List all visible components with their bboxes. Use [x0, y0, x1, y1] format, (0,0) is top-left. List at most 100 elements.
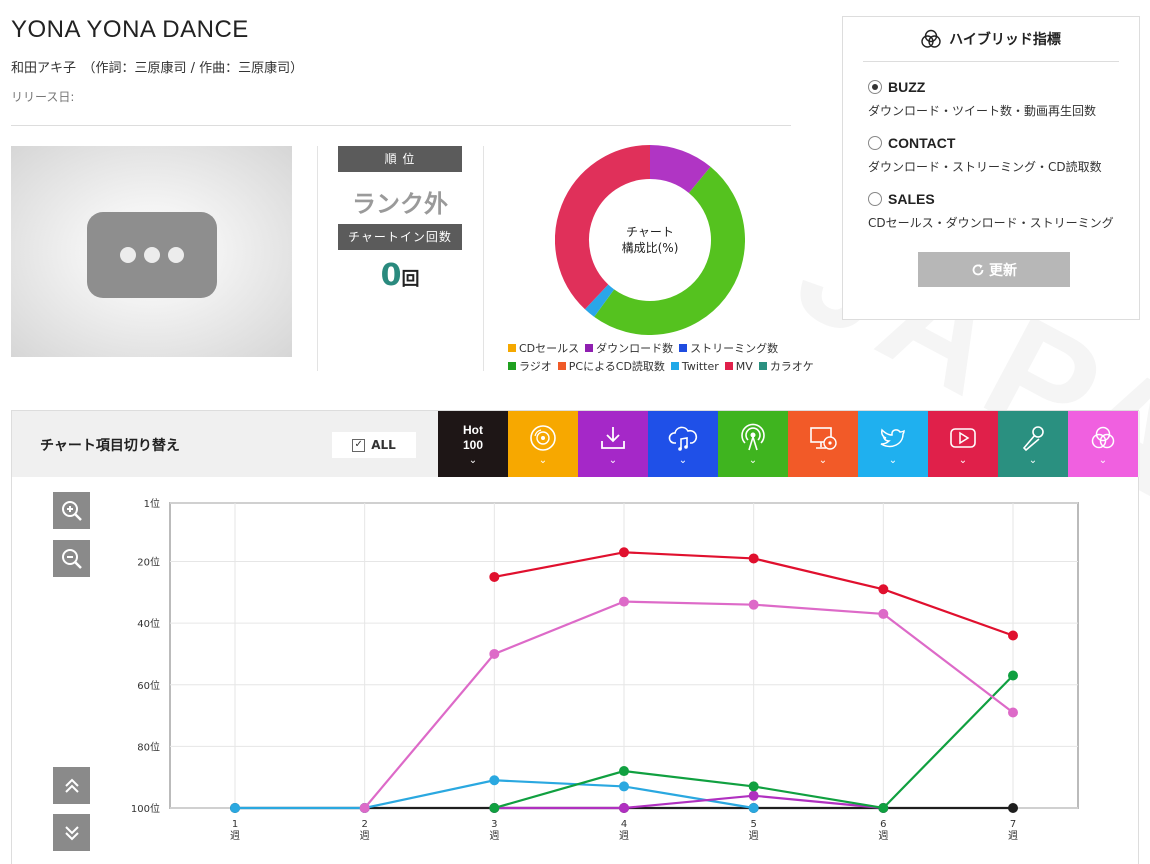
hybrid-option-label: BUZZ [888, 79, 926, 95]
hybrid-option-label: CONTACT [888, 135, 956, 151]
legend-label: CDセールス [519, 342, 580, 355]
legend-item: MV [724, 359, 753, 373]
legend-item: CDセールス [508, 340, 579, 356]
data-point[interactable] [1008, 707, 1018, 718]
data-point[interactable] [619, 803, 629, 813]
video-thumbnail[interactable] [11, 146, 292, 357]
legend-label: MV [735, 359, 753, 373]
update-button[interactable]: 更新 [918, 252, 1070, 287]
chartin-count-unit: 回 [401, 269, 420, 290]
x-tick-label: 6 [880, 819, 886, 830]
hybrid-option-label: SALES [888, 191, 935, 207]
data-point[interactable] [878, 584, 889, 595]
y-tick-label: 60位 [137, 679, 160, 692]
data-point[interactable] [619, 781, 629, 792]
rank-box: 順 位 ランク外 チャートイン回数 0回 [338, 146, 462, 293]
data-point[interactable] [489, 803, 500, 813]
rank-value: ランク外 [352, 190, 448, 218]
x-tick-label: 4 [621, 819, 627, 830]
legend-label: Twitter [681, 359, 719, 373]
hybrid-title: ハイブリッド指標 [949, 32, 1061, 48]
donut-center-line1: チャート [626, 225, 674, 239]
rank-line-chart: 1週2週3週4週5週6週7週1位20位40位60位80位100位 [131, 497, 1079, 842]
hybrid-option-desc: ダウンロード・ツイート数・動画再生回数 [868, 104, 1097, 118]
y-tick-label: 20位 [137, 556, 160, 569]
update-label: 更新 [989, 262, 1017, 279]
data-point[interactable] [1008, 630, 1018, 641]
hybrid-icon [921, 29, 941, 48]
composition-donut: チャート 構成比(%) [555, 145, 745, 335]
data-point[interactable] [1008, 803, 1018, 813]
data-point[interactable] [748, 790, 759, 801]
hybrid-panel: ハイブリッド指標 BUZZ ダウンロード・ツイート数・動画再生回数 CONTAC… [842, 16, 1140, 320]
header-divider [11, 125, 791, 126]
data-point[interactable] [748, 599, 759, 610]
rank-chart-panel: チャート項目切り替え ✓ ALL Hot 100 ⌄ ⌄ ⌄ ⌄ ⌄ ⌄ ⌄ ⌄… [11, 410, 1140, 864]
song-credits: 和田アキ子 （作詞：三原康司 / 作曲：三原康司） [11, 61, 304, 76]
hybrid-option-buzz[interactable]: BUZZ ダウンロード・ツイート数・動画再生回数 [868, 79, 1096, 119]
legend-label: ストリーミング数 [690, 342, 779, 355]
legend-row: CDセールス ダウンロード数 ストリーミング数 [508, 339, 828, 357]
legend-item: ダウンロード数 [585, 340, 673, 356]
hybrid-header: ハイブリッド指標 [863, 17, 1119, 62]
x-tick-label: 7 [1010, 819, 1016, 830]
rank-header: 順 位 [338, 146, 462, 172]
legend-item: Twitter [670, 359, 719, 373]
x-tick-label: 3 [491, 819, 497, 830]
legend-label: ラジオ [519, 360, 552, 373]
video-play-icon[interactable] [87, 212, 217, 298]
data-point[interactable] [878, 608, 889, 619]
legend-swatch [557, 362, 566, 370]
legend-item: ストリーミング数 [679, 340, 778, 356]
data-point[interactable] [1008, 670, 1018, 681]
legend-swatch [670, 362, 679, 370]
legend-swatch [508, 344, 516, 352]
data-point[interactable] [489, 571, 500, 582]
chartin-count: 0回 [338, 258, 462, 293]
data-point[interactable] [619, 596, 629, 607]
legend-swatch [758, 362, 767, 370]
legend-label: PCによるCD読取数 [568, 360, 665, 373]
column-separator [483, 146, 484, 371]
legend-item: カラオケ [758, 358, 814, 374]
radio-buzz[interactable] [868, 80, 882, 94]
hybrid-option-desc: ダウンロード・ストリーミング・CD読取数 [868, 160, 1102, 174]
x-tick-label: 1 [232, 819, 238, 830]
legend-swatch [508, 362, 516, 370]
hybrid-option-sales[interactable]: SALES CDセールス・ダウンロード・ストリーミング [868, 191, 1114, 231]
donut-center-label: チャート 構成比(%) [555, 145, 745, 335]
y-tick-label: 100位 [131, 802, 160, 815]
radio-contact[interactable] [868, 136, 882, 150]
data-point[interactable] [489, 648, 500, 659]
chartin-header: チャートイン回数 [338, 224, 462, 250]
data-point[interactable] [619, 547, 629, 558]
legend-label: カラオケ [769, 360, 814, 373]
legend-item: ラジオ [508, 358, 552, 374]
composition-legend: CDセールス ダウンロード数 ストリーミング数ラジオ PCによるCD読取数 Twitte… [508, 339, 828, 375]
data-point[interactable] [489, 775, 500, 786]
data-point[interactable] [230, 803, 240, 813]
data-point[interactable] [878, 803, 889, 813]
legend-item: PCによるCD読取数 [557, 358, 665, 374]
y-tick-label: 80位 [137, 740, 160, 753]
x-tick-label: 週 [619, 830, 629, 842]
x-tick-label: 週 [878, 830, 888, 842]
radio-sales[interactable] [868, 192, 882, 206]
y-tick-label: 1位 [144, 497, 160, 510]
x-tick-label: 5 [750, 819, 756, 830]
hybrid-option-desc: CDセールス・ダウンロード・ストリーミング [868, 216, 1114, 230]
x-tick-label: 週 [489, 830, 499, 842]
legend-swatch [679, 344, 688, 352]
data-point[interactable] [748, 553, 759, 564]
x-tick-label: 週 [1008, 830, 1018, 842]
legend-swatch [724, 362, 733, 370]
x-tick-label: 週 [360, 830, 370, 842]
data-point[interactable] [748, 781, 759, 792]
legend-swatch [585, 344, 594, 352]
legend-row: ラジオ PCによるCD読取数 Twitter MV カラオケ [508, 357, 828, 375]
data-point[interactable] [748, 803, 759, 813]
song-title: YONA YONA DANCE [11, 16, 249, 43]
hybrid-option-contact[interactable]: CONTACT ダウンロード・ストリーミング・CD読取数 [868, 135, 1102, 175]
data-point[interactable] [619, 766, 629, 777]
data-point[interactable] [359, 803, 370, 813]
